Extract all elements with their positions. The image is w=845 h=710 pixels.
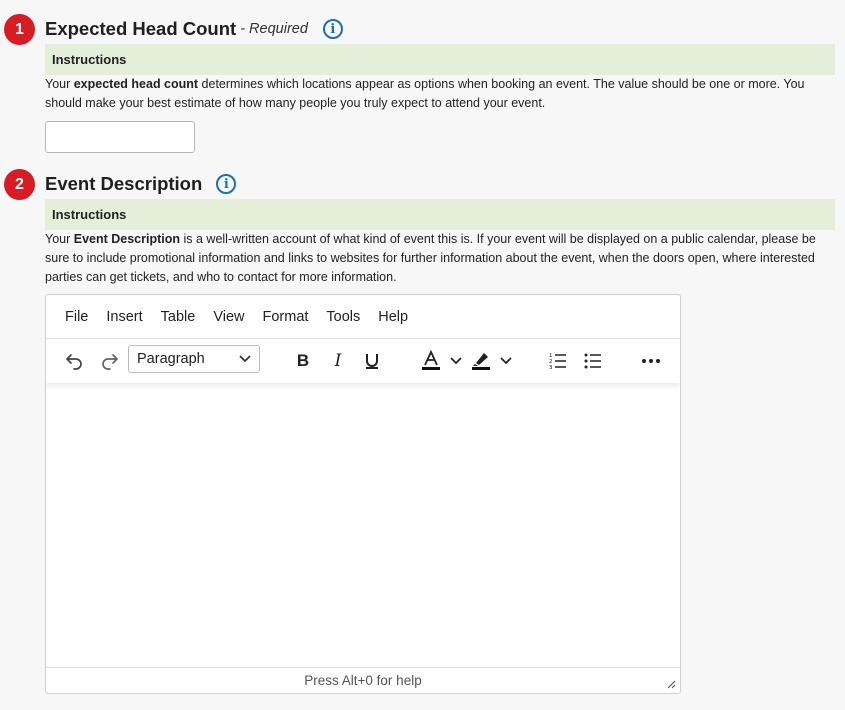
editor-toolbar: Paragraph B I 123: [46, 339, 680, 383]
help-hint: Press Alt+0 for help: [304, 673, 422, 688]
bullet-list-icon: [584, 353, 601, 369]
head-count-heading: Expected Head Count: [45, 18, 237, 39]
head-count-instructions-bar: Instructions: [45, 44, 835, 75]
event-description-instructions-bar: Instructions: [45, 199, 835, 230]
menu-table[interactable]: Table: [152, 305, 205, 329]
undo-icon: [66, 354, 82, 370]
menu-help[interactable]: Help: [369, 305, 417, 329]
event-description-instructions-text: Your Event Description is a well-written…: [45, 232, 816, 284]
chevron-down-icon: [239, 355, 251, 363]
editor-content-area[interactable]: [46, 383, 680, 669]
event-description-title: Event Description i: [45, 171, 237, 197]
menu-format[interactable]: Format: [253, 305, 317, 329]
menu-file[interactable]: File: [56, 305, 97, 329]
text-color-button[interactable]: [420, 347, 466, 375]
more-icon: [642, 359, 660, 363]
menu-insert[interactable]: Insert: [97, 305, 151, 329]
bold-icon: B: [296, 351, 310, 370]
resize-handle-icon[interactable]: [666, 679, 676, 689]
highlight-color-button[interactable]: [470, 347, 516, 375]
bold-button[interactable]: B: [291, 347, 315, 375]
underline-icon: [366, 354, 378, 369]
step-2-badge: 2: [4, 169, 35, 200]
numbered-list-icon: 123: [549, 353, 566, 371]
italic-button[interactable]: I: [326, 347, 350, 375]
info-icon[interactable]: i: [216, 174, 237, 194]
rich-text-editor: File Insert Table View Format Tools Help…: [45, 294, 681, 694]
more-button[interactable]: [639, 347, 663, 375]
editor-menubar: File Insert Table View Format Tools Help: [46, 295, 680, 339]
redo-button[interactable]: [98, 347, 122, 375]
highlighter-icon: [472, 353, 512, 370]
info-icon[interactable]: i: [322, 19, 343, 39]
underline-button[interactable]: [360, 347, 384, 375]
block-format-select[interactable]: Paragraph: [128, 345, 260, 373]
required-label: - Required: [240, 21, 308, 37]
text-color-icon: [422, 350, 462, 370]
step-1-badge: 1: [4, 14, 35, 45]
head-count-instructions-text: Your expected head count determines whic…: [45, 77, 805, 110]
editor-statusbar: Press Alt+0 for help: [46, 667, 680, 693]
head-count-title: Expected Head Count - Required i: [45, 16, 343, 42]
italic-icon: I: [334, 351, 342, 371]
menu-tools[interactable]: Tools: [317, 305, 369, 329]
bullet-list-button[interactable]: [581, 347, 605, 375]
head-count-input[interactable]: [45, 121, 195, 153]
block-format-value: Paragraph: [137, 351, 205, 367]
redo-icon: [102, 354, 118, 370]
numbered-list-button[interactable]: 123: [546, 347, 570, 375]
menu-view[interactable]: View: [204, 305, 253, 329]
undo-button[interactable]: [62, 347, 86, 375]
svg-text:3: 3: [549, 365, 553, 371]
event-description-heading: Event Description: [45, 173, 203, 194]
